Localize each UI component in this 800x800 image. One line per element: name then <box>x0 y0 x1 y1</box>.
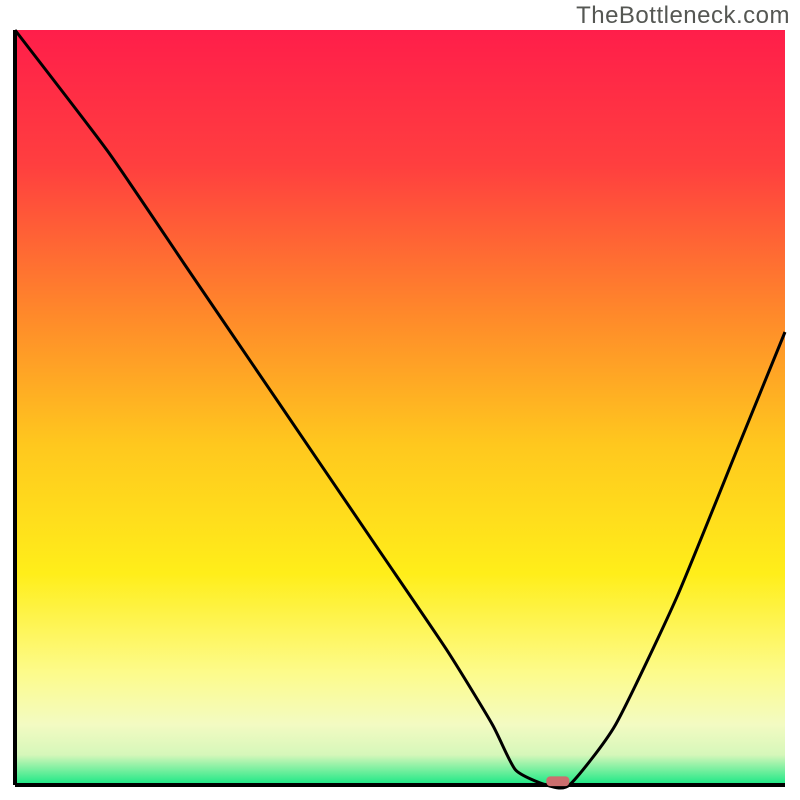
optimum-marker <box>546 776 569 786</box>
watermark-text: TheBottleneck.com <box>576 2 790 30</box>
bottleneck-chart <box>0 0 800 800</box>
gradient-background <box>15 30 785 785</box>
